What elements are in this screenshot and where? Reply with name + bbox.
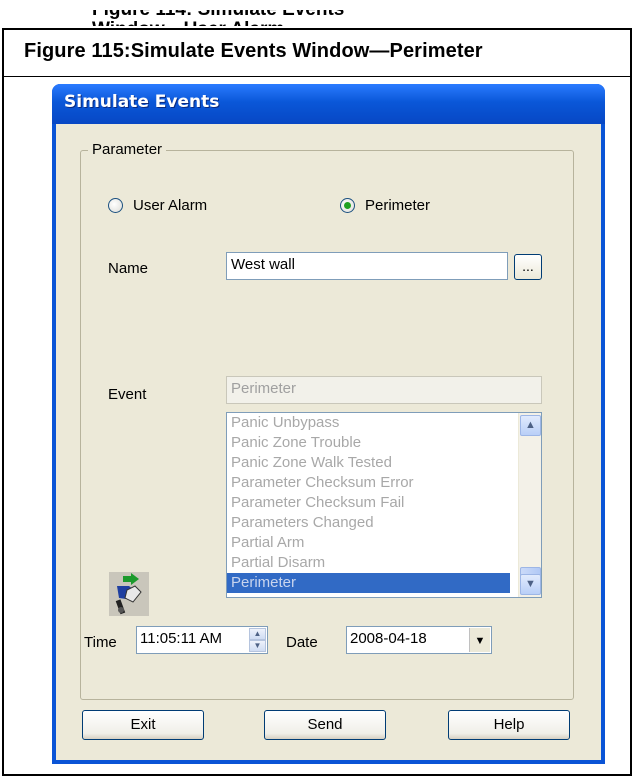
scroll-up-button[interactable]: ▲ xyxy=(520,415,541,436)
simulate-events-window: Simulate Events Parameter User Alarm Per… xyxy=(52,84,605,764)
date-value: 2008-04-18 xyxy=(350,630,427,647)
list-item[interactable]: Parameters Changed xyxy=(227,513,510,533)
perimeter-radio-label: Perimeter xyxy=(365,197,431,214)
window-client-area: Parameter User Alarm Perimeter Name West… xyxy=(56,124,601,760)
event-label: Event xyxy=(108,386,147,403)
date-picker[interactable]: 2008-04-18 ▼ xyxy=(346,626,492,654)
event-field: Perimeter xyxy=(226,376,542,404)
list-item-selected[interactable]: Perimeter xyxy=(227,573,510,593)
list-item[interactable]: Partial Disarm xyxy=(227,553,510,573)
title-bar[interactable]: Simulate Events xyxy=(52,84,605,124)
time-label: Time xyxy=(84,634,117,651)
window-title: Simulate Events xyxy=(64,92,220,112)
previous-figure-caption-fragment: Figure 114: Simulate Events Window—User … xyxy=(92,0,345,26)
caption-row: Figure 115:Simulate Events Window—Perime… xyxy=(4,30,630,77)
perimeter-radio[interactable]: Perimeter xyxy=(340,197,430,214)
send-button[interactable]: Send xyxy=(264,710,386,740)
name-label: Name xyxy=(108,260,149,277)
list-item[interactable]: Parameter Checksum Fail xyxy=(227,493,510,513)
exit-button[interactable]: Exit xyxy=(82,710,204,740)
event-simulation-icon xyxy=(109,572,149,616)
user-alarm-radio-circle[interactable] xyxy=(108,198,123,213)
browse-button[interactable]: ... xyxy=(514,254,542,280)
time-spin-arrows[interactable]: ▲ ▼ xyxy=(249,628,266,652)
list-item[interactable]: Panic Zone Walk Tested xyxy=(227,453,510,473)
spin-down-icon[interactable]: ▼ xyxy=(249,640,266,652)
figure-caption: Figure 115:Simulate Events Window—Perime… xyxy=(24,40,483,62)
user-alarm-radio-label: User Alarm xyxy=(133,197,208,214)
scroll-down-button[interactable]: ▼ xyxy=(520,574,541,595)
list-item[interactable]: Partial Arm xyxy=(227,533,510,553)
list-item[interactable]: Panic Unbypass xyxy=(227,413,510,433)
name-field[interactable]: West wall xyxy=(226,252,508,280)
time-value: 11:05:11 AM xyxy=(140,630,223,647)
list-item[interactable]: Panic Zone Trouble xyxy=(227,433,510,453)
parameter-group-label: Parameter xyxy=(88,141,167,158)
spin-up-icon[interactable]: ▲ xyxy=(249,628,266,640)
perimeter-radio-circle[interactable] xyxy=(340,198,355,213)
event-listbox[interactable]: Panic Unbypass Panic Zone Trouble Panic … xyxy=(226,412,542,598)
time-spinner[interactable]: 11:05:11 AM ▲ ▼ xyxy=(136,626,268,654)
date-label: Date xyxy=(286,634,318,651)
user-alarm-radio[interactable]: User Alarm xyxy=(108,197,207,214)
list-item[interactable]: Parameter Checksum Error xyxy=(227,473,510,493)
chevron-down-icon[interactable]: ▼ xyxy=(469,628,490,652)
help-button[interactable]: Help xyxy=(448,710,570,740)
vertical-scrollbar[interactable]: ▲ ▼ xyxy=(518,413,541,597)
